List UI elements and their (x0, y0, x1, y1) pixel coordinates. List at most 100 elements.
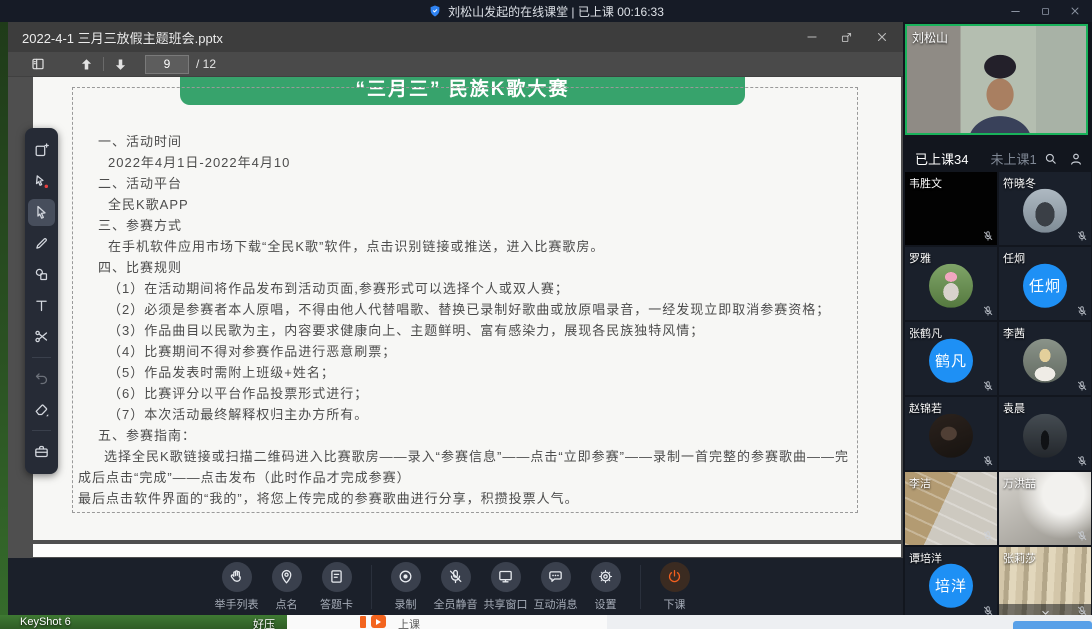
toolbar-button-label: 录制 (395, 596, 417, 612)
avatar (1023, 338, 1067, 382)
settings-button[interactable]: 设置 (581, 562, 631, 612)
share-window-button[interactable]: 共享窗口 (481, 562, 531, 612)
avatar: 任炯 (1023, 263, 1067, 307)
window-maximize-button[interactable] (1038, 4, 1052, 18)
slide-text-line: 2022年4月1日-2022年4月10 (78, 152, 856, 173)
slide-text-line: 五、参赛指南： (78, 425, 856, 446)
tool-cut-icon[interactable] (28, 323, 55, 350)
tool-eraser-icon[interactable] (28, 396, 55, 423)
system-title-bar: 刘松山发起的在线课堂 | 已上课 00:16:33 (0, 0, 1092, 22)
slide-document-area[interactable]: “三月三” 民族K歌大赛 一、活动时间2022年4月1日-2022年4月10二、… (8, 77, 903, 558)
student-name-label: 韦胜文 (909, 175, 942, 191)
avatar (929, 413, 973, 457)
toolbar-button-label: 下课 (664, 596, 686, 612)
roll-call-button[interactable]: 点名 (262, 562, 312, 612)
slide-body-text: 一、活动时间2022年4月1日-2022年4月10二、活动平台全民K歌APP三、… (78, 131, 856, 509)
tool-divider (32, 357, 51, 358)
student-video-tile[interactable]: 赵锦若 (905, 397, 997, 470)
student-name-label: 符晓冬 (1003, 175, 1036, 191)
student-video-tile[interactable]: 罗雅 (905, 247, 997, 320)
avatar (1023, 413, 1067, 457)
chat-icon (541, 562, 571, 592)
avatar (1023, 188, 1067, 232)
slide-text-line: （6）比赛评分以平台作品投票形式进行； (78, 383, 856, 404)
student-video-tile[interactable]: 张鹤凡鹤凡 (905, 322, 997, 395)
student-video-tile[interactable]: 谭培洋培洋 (905, 547, 997, 615)
toolbar-button-label: 设置 (595, 596, 617, 612)
tool-new-page-icon[interactable] (28, 137, 55, 164)
student-video-grid: 韦胜文符晓冬罗雅任炯任炯张鹤凡鹤凡李茜赵锦若袁晨李洁万洪喆谭培洋培洋张莉莎 (905, 172, 1091, 615)
search-icon[interactable] (1043, 151, 1058, 166)
nav-divider (103, 57, 104, 71)
student-video-tile[interactable]: 李茜 (999, 322, 1091, 395)
student-video-tile[interactable]: 袁晨 (999, 397, 1091, 470)
slide-page: “三月三” 民族K歌大赛 一、活动时间2022年4月1日-2022年4月10二、… (33, 77, 901, 540)
tab-not-in-class[interactable]: 未上课1 (990, 149, 1036, 168)
tool-laser-pointer-icon[interactable] (28, 168, 55, 195)
tool-toolbox-icon[interactable] (28, 438, 55, 465)
mic-muted-icon (1076, 605, 1088, 615)
tool-text-icon[interactable] (28, 292, 55, 319)
toolbar-button-label: 互动消息 (534, 596, 578, 612)
toolbar-divider (640, 565, 641, 609)
gear-icon (591, 562, 621, 592)
desktop-background-strip (0, 22, 8, 615)
mute-all-button[interactable]: 全员静音 (431, 562, 481, 612)
mic-muted-icon (1076, 305, 1088, 317)
student-name-label: 李洁 (909, 475, 931, 491)
toolbar-button-label: 举手列表 (215, 596, 259, 612)
student-video-tile[interactable]: 万洪喆 (999, 472, 1091, 545)
tool-undo-icon[interactable] (28, 365, 55, 392)
slide-text-line: （1）在活动期间将作品发布到活动页面,参赛形式可以选择个人或双人赛； (78, 278, 856, 299)
slide-text-line: 最后点击软件界面的“我的”，将您上传完成的参赛歌曲进行分享，积攒投票人气。 (78, 488, 856, 509)
ppt-nav-toolbar: / 12 (8, 52, 903, 77)
tab-in-class[interactable]: 已上课34 (915, 149, 968, 168)
end-class-button[interactable]: 下课 (650, 562, 700, 612)
mic-muted-icon (1076, 230, 1088, 242)
student-video-tile[interactable]: 韦胜文 (905, 172, 997, 245)
tool-divider (32, 430, 51, 431)
ppt-file-name: 2022-4-1 三月三放假主题班会.pptx (22, 28, 223, 47)
avatar: 培洋 (929, 563, 973, 607)
record-icon (391, 562, 421, 592)
desktop-icon-label-keyshot: KeyShot 6 (20, 616, 71, 628)
next-page-button[interactable] (112, 56, 129, 73)
interactive-messages-button[interactable]: 互动消息 (531, 562, 581, 612)
student-name-label: 张鹤凡 (909, 325, 942, 341)
tool-pen-icon[interactable] (28, 230, 55, 257)
mic-muted-icon (982, 305, 994, 317)
slide-text-line: （2）必须是参赛者本人原唱，不得由他人代替唱歌、替换已录制好歌曲或放原唱录音，一… (78, 299, 856, 320)
window-close-button[interactable] (1068, 4, 1082, 18)
student-video-tile[interactable]: 张莉莎 (999, 547, 1091, 615)
member-tabs: 已上课34 未上课1 (903, 145, 1092, 172)
answer-card-button[interactable]: 答题卡 (312, 562, 362, 612)
ppt-title-bar: 2022-4-1 三月三放假主题班会.pptx (8, 22, 903, 52)
thumbnail-panel-toggle-icon[interactable] (30, 56, 46, 72)
ppt-viewer-window: 2022-4-1 三月三放假主题班会.pptx / 12 “三月三” 民族K歌大… (8, 22, 903, 615)
teacher-video-tile[interactable]: 刘松山 (905, 24, 1088, 135)
ppt-minimize-button[interactable] (804, 30, 819, 45)
record-button[interactable]: 录制 (381, 562, 431, 612)
ppt-close-button[interactable] (874, 30, 889, 45)
student-name-label: 万洪喆 (1003, 475, 1036, 491)
raise-hand-list-button[interactable]: 举手列表 (212, 562, 262, 612)
toolbar-divider (371, 565, 372, 609)
ppt-popout-button[interactable] (839, 30, 854, 45)
page-number-input[interactable] (145, 55, 189, 74)
avatar (929, 263, 973, 307)
student-video-tile[interactable]: 任炯任炯 (999, 247, 1091, 320)
student-video-tile[interactable]: 符晓冬 (999, 172, 1091, 245)
slide-text-line: 三、参赛方式 (78, 215, 856, 236)
tool-select-icon[interactable] (28, 199, 55, 226)
member-person-icon[interactable] (1068, 151, 1084, 167)
teacher-name-label: 刘松山 (912, 29, 948, 46)
mic-muted-icon (982, 380, 994, 392)
slide-text-line: 一、活动时间 (78, 131, 856, 152)
student-name-label: 任炯 (1003, 250, 1025, 266)
student-video-tile[interactable]: 李洁 (905, 472, 997, 545)
tool-shapes-icon[interactable] (28, 261, 55, 288)
previous-page-button[interactable] (78, 56, 95, 73)
slide-text-line: 二、活动平台 (78, 173, 856, 194)
window-minimize-button[interactable] (1008, 4, 1022, 18)
slide-text-line: 选择全民K歌链接或扫描二维码进入比赛歌房——录入“参赛信息”——点击“立即参赛”… (78, 446, 856, 488)
